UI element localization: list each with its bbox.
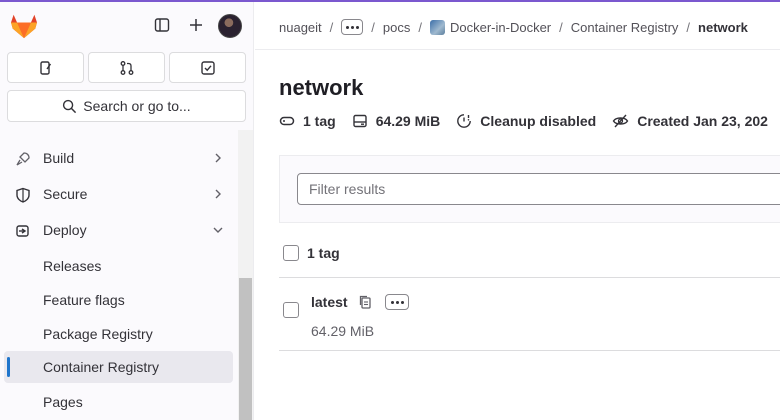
tag-icon	[279, 116, 295, 126]
merge-requests-button[interactable]	[88, 52, 165, 83]
tag-more-actions-button[interactable]	[385, 294, 409, 310]
breadcrumb: nuageit / / pocs / Docker-in-Docker / Co…	[279, 18, 748, 36]
created-date: Created Jan 23, 202	[612, 113, 768, 129]
main-content: nuageit / / pocs / Docker-in-Docker / Co…	[255, 2, 780, 420]
search-icon	[63, 99, 77, 113]
list-divider	[279, 277, 780, 278]
breadcrumb-link-group[interactable]: nuageit	[279, 20, 322, 35]
tag-list-header-label: 1 tag	[307, 245, 340, 261]
cleanup-status: Cleanup disabled	[456, 113, 596, 129]
sidebar-item-label: Secure	[43, 186, 88, 202]
sidebar-header	[0, 2, 254, 48]
deployments-icon	[14, 222, 32, 240]
select-all-checkbox[interactable]	[283, 245, 299, 261]
tag-size: 64.29 MiB	[311, 323, 375, 339]
sidebar-item-releases[interactable]: Releases	[4, 250, 233, 282]
sidebar-item-container-registry[interactable]: Container Registry	[4, 351, 233, 383]
tag-name: latest	[311, 294, 348, 310]
sidebar-item-label: Container Registry	[43, 359, 159, 375]
sidebar-item-deploy[interactable]: Deploy	[4, 214, 233, 246]
image-size: 64.29 MiB	[352, 113, 441, 129]
todo-button[interactable]	[169, 52, 246, 83]
breadcrumb-more-button[interactable]	[341, 19, 364, 35]
sidebar-item-build[interactable]: Build	[4, 142, 233, 174]
cleanup-status-label: Cleanup disabled	[480, 113, 597, 129]
sidebar-item-label: Package Registry	[43, 326, 153, 342]
tag-count-label: 1 tag	[303, 113, 336, 129]
header-divider	[255, 49, 780, 50]
created-date-label: Created Jan 23, 202	[637, 113, 768, 129]
breadcrumb-separator: /	[329, 19, 334, 35]
cleanup-clock-icon	[457, 114, 472, 128]
filter-results-input[interactable]	[297, 173, 780, 205]
image-size-label: 64.29 MiB	[375, 113, 441, 129]
breadcrumb-link-subgroup[interactable]: pocs	[383, 20, 410, 35]
breadcrumb-separator: /	[559, 19, 563, 35]
create-new-icon[interactable]	[184, 13, 208, 37]
breadcrumb-link-container-registry[interactable]: Container Registry	[571, 20, 679, 35]
sidebar-item-feature-flags[interactable]: Feature flags	[4, 284, 233, 316]
merge-request-icon	[120, 60, 133, 75]
sidebar-item-label: Build	[43, 150, 75, 166]
rocket-icon	[14, 150, 32, 168]
sidebar-scrollbar-thumb[interactable]	[239, 278, 252, 420]
gitlab-logo-icon[interactable]	[10, 13, 38, 39]
sidebar-item-pages[interactable]: Pages	[4, 386, 233, 418]
search-button[interactable]: Search or go to...	[7, 90, 246, 122]
tag-row-checkbox[interactable]	[283, 302, 299, 318]
sidebar-item-package-registry[interactable]: Package Registry	[4, 318, 233, 350]
user-avatar[interactable]	[218, 14, 242, 38]
breadcrumb-separator: /	[371, 19, 375, 35]
sidebar-toggle-icon[interactable]	[150, 13, 174, 37]
filter-bar	[279, 155, 780, 223]
page-title: network	[279, 75, 364, 100]
todo-check-icon	[200, 60, 215, 75]
list-divider	[279, 350, 780, 351]
tag-count: 1 tag	[279, 113, 336, 129]
project-avatar	[430, 19, 445, 35]
breadcrumb-link-project[interactable]: Docker-in-Docker	[430, 19, 552, 35]
eye-slash-icon	[612, 114, 629, 128]
sidebar: Search or go to... Build Secure Deploy R…	[0, 2, 254, 420]
chevron-right-icon	[215, 153, 221, 163]
sidebar-item-label: Deploy	[43, 222, 87, 238]
issues-icon	[39, 60, 51, 75]
breadcrumb-separator: /	[418, 19, 422, 35]
shield-icon	[14, 186, 32, 204]
copy-icon[interactable]	[358, 294, 372, 310]
breadcrumb-separator: /	[686, 19, 691, 35]
breadcrumb-current[interactable]: network	[698, 20, 748, 35]
breadcrumb-project-label: Docker-in-Docker	[450, 19, 552, 35]
sidebar-item-label: Pages	[43, 394, 83, 410]
disk-icon	[352, 114, 367, 128]
sidebar-item-label: Releases	[43, 258, 102, 274]
sidebar-item-secure[interactable]: Secure	[4, 178, 233, 210]
issues-button[interactable]	[7, 52, 84, 83]
image-metadata: 1 tag 64.29 MiB Cleanup disabled Created…	[279, 111, 780, 131]
chevron-right-icon	[215, 189, 221, 199]
sidebar-item-label: Feature flags	[43, 292, 125, 308]
chevron-down-icon	[213, 227, 223, 233]
search-label: Search or go to...	[83, 98, 191, 114]
quick-actions	[7, 52, 246, 83]
